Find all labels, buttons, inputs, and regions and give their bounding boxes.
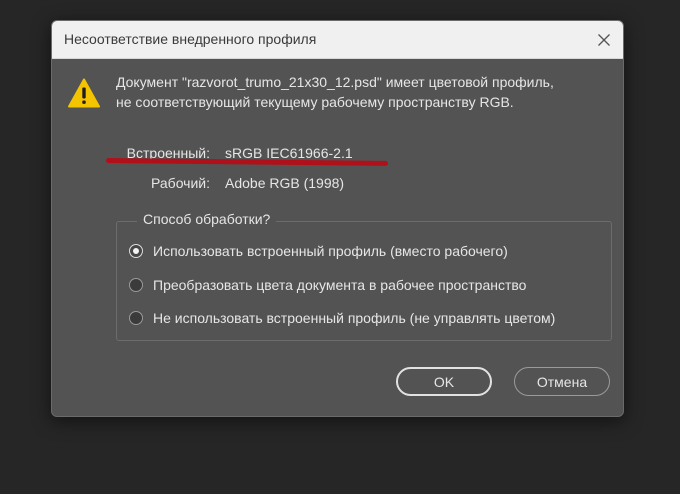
option-label: Преобразовать цвета документа в рабочее …: [153, 277, 527, 293]
option-discard-embedded[interactable]: Не использовать встроенный профиль (не у…: [129, 307, 555, 329]
message-line-1: Документ "razvorot_trumo_21x30_12.psd" и…: [116, 74, 554, 90]
ok-button[interactable]: OK: [396, 367, 492, 396]
profile-mismatch-dialog: Несоответствие внедренного профиля Докум…: [51, 20, 624, 417]
handling-options-group: Способ обработки? Использовать встроенны…: [116, 211, 612, 341]
option-label: Использовать встроенный профиль (вместо …: [153, 243, 508, 259]
cancel-button[interactable]: Отмена: [514, 367, 610, 396]
option-use-embedded[interactable]: Использовать встроенный профиль (вместо …: [129, 240, 508, 262]
working-profile-value: Adobe RGB (1998): [225, 175, 345, 191]
message-line-2: не соответствующий текущему рабочему про…: [116, 94, 514, 110]
option-label: Не использовать встроенный профиль (не у…: [153, 310, 556, 326]
option-convert-to-working[interactable]: Преобразовать цвета документа в рабочее …: [129, 274, 526, 296]
close-icon: [598, 34, 610, 46]
radio-button-selected[interactable]: [129, 244, 143, 258]
dialog-message: Документ "razvorot_trumo_21x30_12.psd" и…: [116, 72, 606, 112]
radio-button[interactable]: [129, 278, 143, 292]
close-button[interactable]: [591, 27, 617, 53]
handling-options-legend: Способ обработки?: [137, 211, 277, 227]
warning-triangle-icon: [68, 78, 100, 108]
working-profile-label: Рабочий:: [151, 175, 210, 191]
radio-button[interactable]: [129, 311, 143, 325]
dialog-titlebar: Несоответствие внедренного профиля: [52, 21, 623, 59]
dialog-title: Несоответствие внедренного профиля: [64, 31, 317, 47]
